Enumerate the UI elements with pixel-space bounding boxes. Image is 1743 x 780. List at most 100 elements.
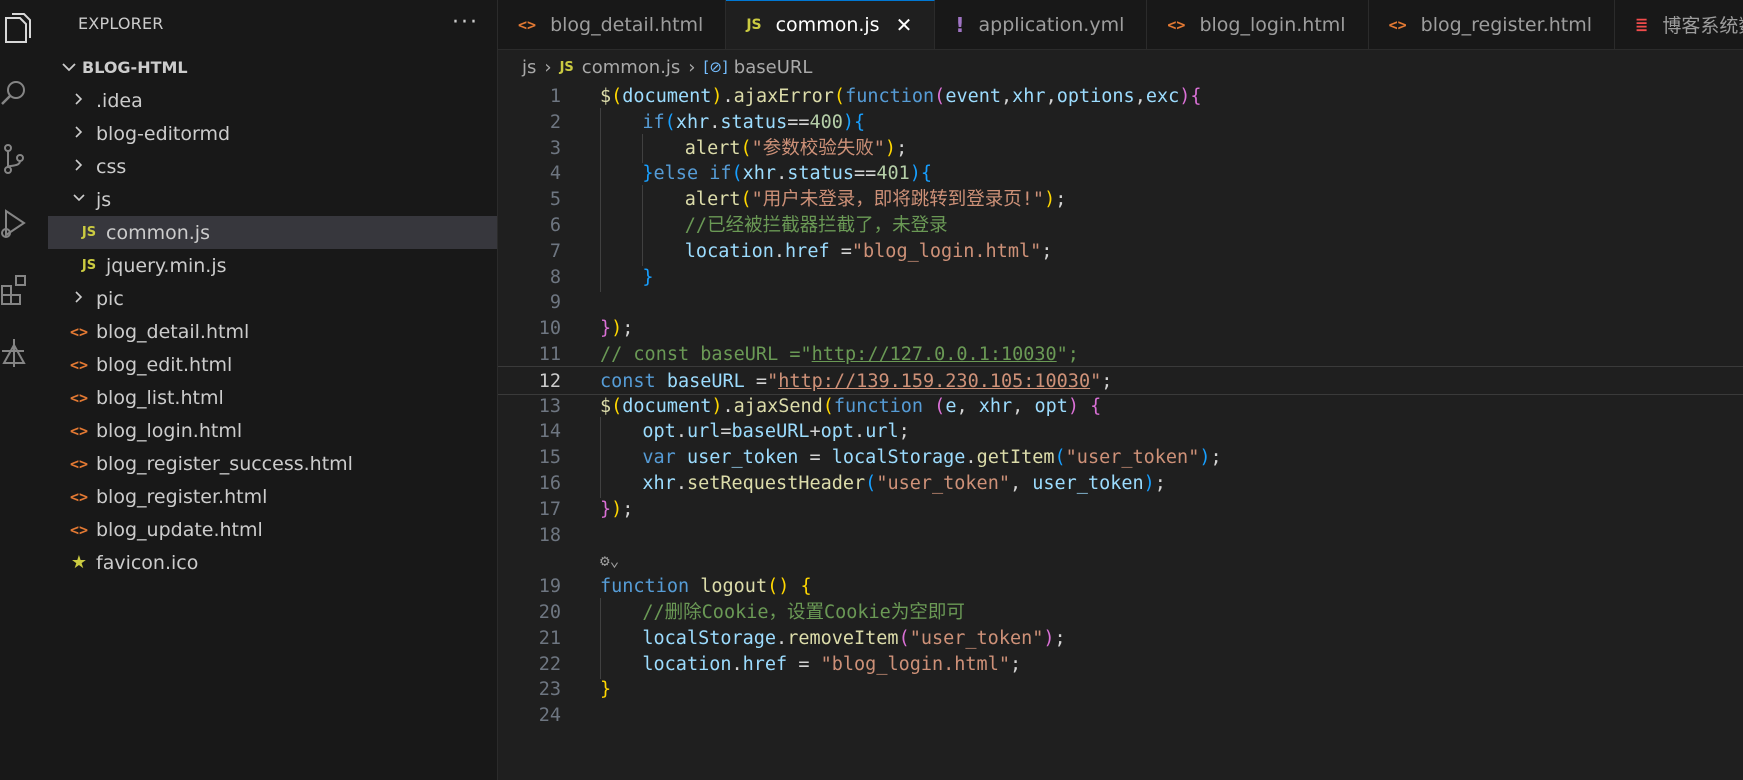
database-icon: ≣ [1635,15,1649,34]
code-token: ) [611,318,623,340]
code-token: + [809,421,821,443]
code-text: } [600,675,611,704]
explorer-title: EXPLORER [78,14,164,33]
more-actions-icon[interactable]: ··· [452,10,479,35]
tree-item[interactable]: <> blog_login.html [48,414,497,447]
code-line: 19 function logout() { [498,572,1743,601]
code-token: user_token [1032,473,1144,494]
tree-item[interactable]: <> blog_edit.html [48,348,497,381]
tree-item[interactable]: <> blog_register.html [48,480,497,513]
code-token: localStorage [642,627,777,649]
breadcrumb-symbol[interactable]: baseURL [734,57,813,78]
code-token: . [773,240,786,262]
code-token: ajaxSend [733,395,823,417]
html-file-icon: <> [69,388,89,407]
tree-item-label: css [96,155,127,178]
code-text: }); [600,495,633,524]
code-text: //删除Cookie，设置Cookie为空即可 [642,598,964,627]
editor-tabs: <> blog_detail.html JS common.js ✕! applicati… [498,0,1743,50]
html-file-icon: <> [1388,15,1407,34]
code-token: = [798,447,832,469]
code-token: options [1056,86,1135,107]
tree-item[interactable]: css [48,150,497,183]
code-text: opt.url=baseURL+opt.url; [642,417,909,446]
indent-guide [600,159,601,189]
extensions-icon[interactable] [0,272,40,312]
line-number: 3 [549,137,561,159]
code-token: } [600,318,612,340]
breadcrumb-folder[interactable]: js [522,57,536,78]
tree-item[interactable]: .idea [48,84,497,117]
tree-item[interactable]: JS common.js [48,216,497,249]
code-token: http://127.0.0.1:10030 [811,344,1057,365]
tree-item-label: blog_register_success.html [96,452,353,475]
tree-item[interactable]: blog-editormd [48,117,497,150]
tree-item-label: favicon.ico [96,551,199,574]
editor-tab[interactable]: JS common.js ✕ [726,0,936,49]
code-token: opt [1034,395,1068,417]
code-token: document [622,86,712,107]
editor-tab[interactable]: ! application.yml [935,0,1148,49]
source-control-icon[interactable] [0,140,40,180]
tree-item[interactable]: <> blog_list.html [48,381,497,414]
code-token: ) [711,86,723,107]
code-token: exc [1145,86,1180,107]
code-token: if [642,111,665,133]
tree-item[interactable]: <> blog_update.html [48,513,497,546]
code-text: localStorage.removeItem("user_token"); [642,624,1065,653]
code-token: ( [934,395,946,417]
code-token: $ [600,86,612,107]
line-number: 23 [538,679,561,701]
code-token: = [744,370,768,392]
code-token: { [800,576,812,598]
line-number: 2 [549,111,561,133]
editor-tab[interactable]: <> blog_register.html [1369,0,1616,49]
code-token: ( [767,576,779,598]
tree-item[interactable]: <> blog_register_success.html [48,447,497,480]
indent-guide [600,107,601,137]
code-token: "user_token" [1065,447,1200,469]
editor-tab[interactable]: ≣ 博客系统数 [1615,0,1743,49]
tree-item[interactable]: <> blog_detail.html [48,315,497,348]
breadcrumb-file[interactable]: common.js [582,57,681,78]
tree-item[interactable]: js [48,183,497,216]
code-token: "blog_login.html" [820,653,1010,675]
tab-label: common.js [775,14,880,36]
code-token: ) [1143,473,1155,494]
run-debug-icon[interactable] [0,205,40,245]
tab-label: blog_detail.html [550,13,704,36]
explorer-icon[interactable] [0,10,40,50]
code-token: user_token [686,447,799,469]
code-token: " [1090,370,1102,392]
code-text: $(document).ajaxError(function(event,xhr… [600,82,1202,111]
code-token: status [720,111,788,133]
html-file-icon: <> [69,355,89,374]
code-editor[interactable]: 1 $(document).ajaxError(function(event,xh… [498,82,1743,780]
js-file-icon: JS [81,225,97,240]
chevron-right-icon: › [544,56,552,78]
tree-item[interactable]: JS jquery.min.js [48,249,497,282]
code-token: . [722,395,734,417]
code-token: function [845,86,935,107]
tab-label: 博客系统数 [1662,15,1743,37]
tree-item[interactable]: ★ favicon.ico [48,546,497,579]
code-text: //已经被拦截器拦截了，未登录 [685,211,948,240]
code-token: = [787,653,821,675]
code-text: function logout() { [600,572,812,601]
ai-assistant-icon[interactable] [0,335,40,375]
code-token: ) [1067,395,1079,417]
code-token: ; [1055,189,1067,211]
close-icon[interactable]: ✕ [896,13,913,37]
code-token: 400 [809,111,843,133]
search-icon[interactable] [0,74,40,114]
tree-item[interactable]: pic [48,282,497,315]
editor-tab[interactable]: <> blog_login.html [1147,0,1369,49]
code-token: //删除Cookie，设置Cookie为空即可 [642,602,965,623]
code-token: ) [711,395,723,417]
editor-tab[interactable]: <> blog_detail.html [498,0,727,49]
code-token: ) [611,498,623,520]
indent-guide [600,133,601,163]
workspace-root[interactable]: BLOG-HTML [60,55,188,79]
code-lens-icon[interactable]: ⚙⌄ [600,546,619,575]
